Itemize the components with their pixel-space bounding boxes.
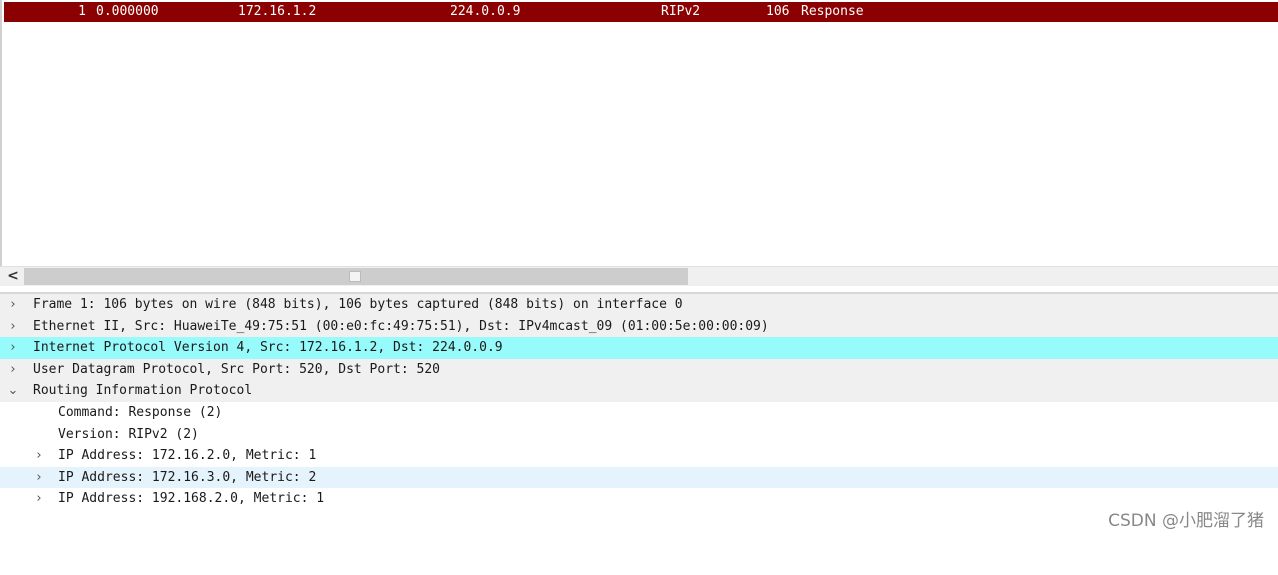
- chevron-right-icon[interactable]: ›: [6, 316, 20, 338]
- tree-row-rip-entry[interactable]: › IP Address: 172.16.2.0, Metric: 1: [0, 445, 1278, 467]
- chevron-right-icon[interactable]: ›: [32, 467, 46, 489]
- packet-info: Response: [801, 4, 864, 19]
- tree-row-label: Ethernet II, Src: HuaweiTe_49:75:51 (00:…: [33, 318, 769, 334]
- tree-row-label: Frame 1: 106 bytes on wire (848 bits), 1…: [33, 297, 683, 312]
- packet-number: 1: [78, 4, 86, 19]
- chevron-left-icon[interactable]: <: [4, 267, 22, 287]
- tree-row-ethernet[interactable]: › Ethernet II, Src: HuaweiTe_49:75:51 (0…: [0, 315, 1278, 338]
- packet-time: 0.000000: [96, 4, 159, 19]
- packet-row[interactable]: 1 0.000000 172.16.1.2 224.0.0.9 RIPv2 10…: [4, 2, 1278, 22]
- chevron-right-icon[interactable]: ›: [32, 445, 46, 467]
- tree-row-label: IP Address: 172.16.2.0, Metric: 1: [58, 448, 317, 464]
- chevron-down-icon[interactable]: ⌄: [6, 380, 20, 402]
- pane-splitter[interactable]: [0, 286, 1278, 294]
- tree-row-rip-version[interactable]: Version: RIPv2 (2): [0, 424, 1278, 446]
- tree-row-rip[interactable]: ⌄ Routing Information Protocol: [0, 380, 1278, 402]
- scrollbar-thumb[interactable]: [24, 268, 688, 285]
- tree-row-udp[interactable]: › User Datagram Protocol, Src Port: 520,…: [0, 358, 1278, 381]
- packet-destination: 224.0.0.9: [450, 4, 521, 19]
- tree-row-label: Routing Information Protocol: [33, 383, 253, 399]
- tree-row-label: Command: Response (2): [58, 404, 223, 420]
- tree-row-label: IP Address: 172.16.3.0, Metric: 2: [58, 469, 317, 485]
- packet-length: 106: [766, 4, 790, 19]
- scrollbar-grip[interactable]: [349, 271, 361, 282]
- chevron-right-icon[interactable]: ›: [32, 488, 46, 510]
- tree-row-label: IP Address: 192.168.2.0, Metric: 1: [58, 491, 325, 507]
- chevron-right-icon[interactable]: ›: [6, 294, 20, 316]
- tree-row-label: User Datagram Protocol, Src Port: 520, D…: [33, 361, 440, 377]
- packet-source: 172.16.1.2: [238, 4, 317, 19]
- horizontal-scrollbar[interactable]: <: [0, 266, 1278, 286]
- packet-protocol: RIPv2: [661, 4, 701, 19]
- chevron-right-icon[interactable]: ›: [6, 337, 20, 359]
- tree-row-rip-entry[interactable]: › IP Address: 172.16.3.0, Metric: 2: [0, 466, 1278, 489]
- tree-row-frame[interactable]: › Frame 1: 106 bytes on wire (848 bits),…: [0, 294, 1278, 316]
- tree-row-label: Internet Protocol Version 4, Src: 172.16…: [33, 340, 503, 356]
- tree-row-ipv4[interactable]: › Internet Protocol Version 4, Src: 172.…: [0, 337, 1278, 359]
- packet-details-tree[interactable]: › Frame 1: 106 bytes on wire (848 bits),…: [0, 294, 1278, 537]
- watermark: CSDN @小肥溜了猪: [1108, 511, 1264, 531]
- tree-row-rip-command[interactable]: Command: Response (2): [0, 402, 1278, 424]
- tree-row-label: Version: RIPv2 (2): [58, 426, 199, 442]
- tree-row-rip-entry[interactable]: › IP Address: 192.168.2.0, Metric: 1: [0, 488, 1278, 510]
- packet-list[interactable]: 1 0.000000 172.16.1.2 224.0.0.9 RIPv2 10…: [0, 0, 1278, 266]
- chevron-right-icon[interactable]: ›: [6, 359, 20, 381]
